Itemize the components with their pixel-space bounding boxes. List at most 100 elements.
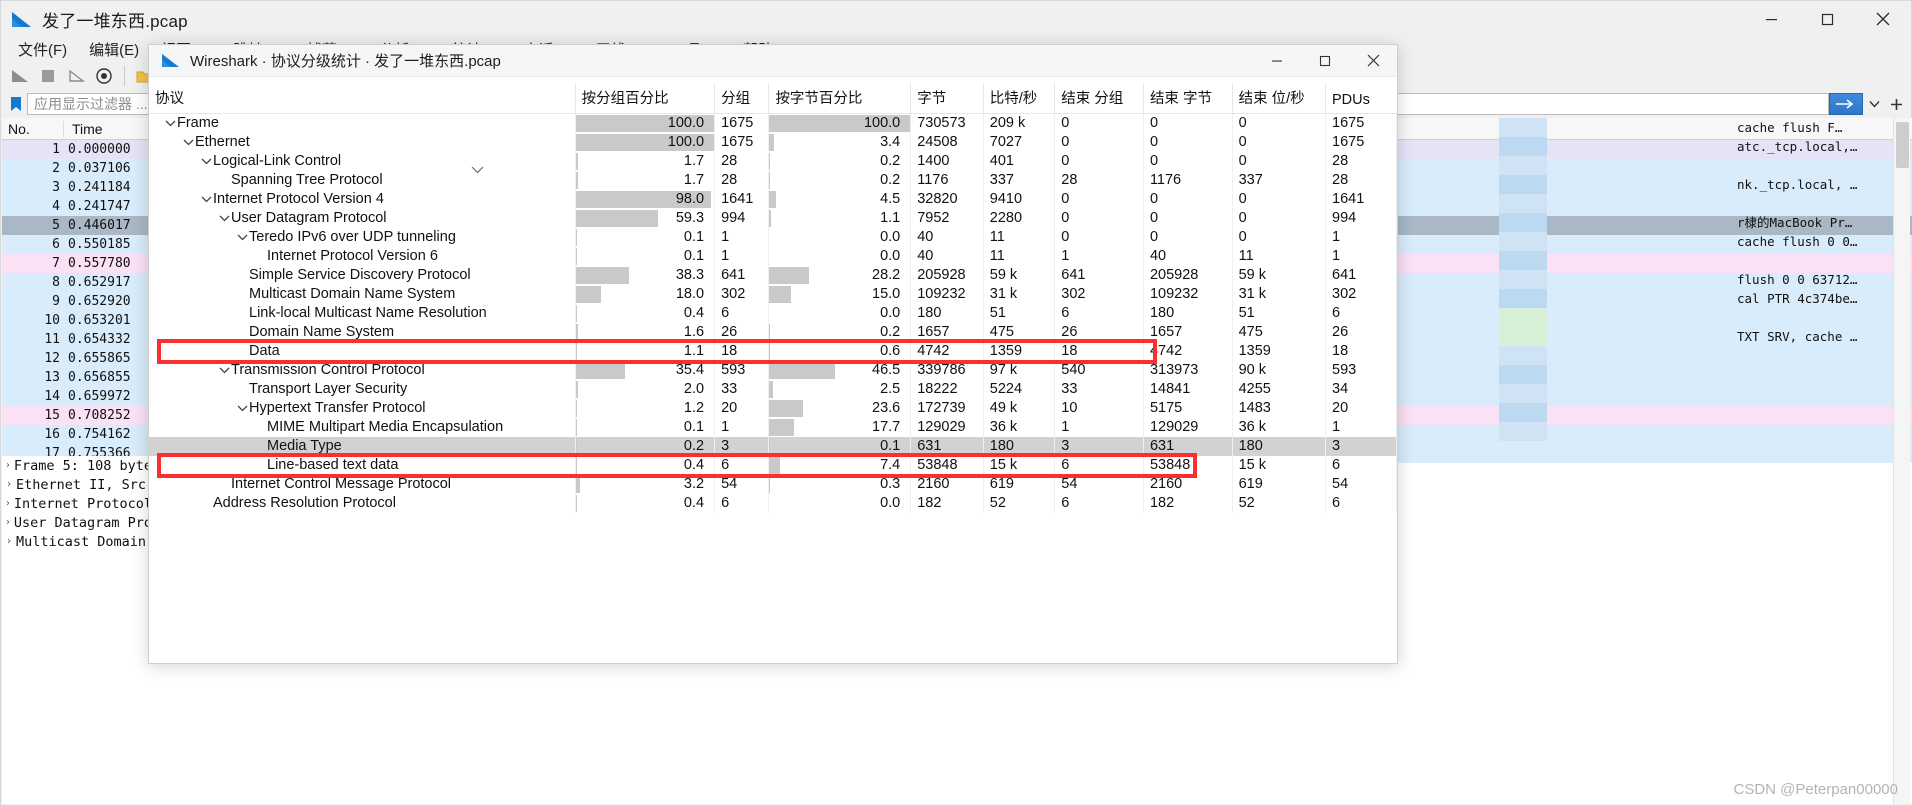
- maximize-icon[interactable]: [1799, 1, 1855, 37]
- percent-value: 0.0: [880, 229, 901, 245]
- chevron-down-icon[interactable]: [471, 161, 484, 179]
- packet-detail-line[interactable]: › Ethernet II, Src: [2, 475, 152, 494]
- table-row[interactable]: Logical-Link Control 1.7 28 0.2 1400 401 0 0 0 28: [149, 151, 1397, 171]
- chevron-down-icon[interactable]: [1863, 93, 1885, 115]
- restart-capture-icon[interactable]: [63, 63, 89, 89]
- cell-packets: 994: [714, 208, 770, 228]
- percent-value: 0.4: [683, 495, 705, 511]
- column-header-percent-bytes[interactable]: 按字节百分比: [768, 83, 912, 114]
- table-row[interactable]: Hypertext Transfer Protocol 1.2 20 23.6 1727…: [149, 398, 1397, 418]
- column-header-no[interactable]: No.: [2, 120, 64, 137]
- packet-detail-line[interactable]: › Frame 5: 108 byte: [2, 456, 152, 475]
- start-capture-icon[interactable]: [7, 63, 33, 89]
- column-header-bytes[interactable]: 字节: [910, 83, 984, 114]
- cell-percent-packets: 38.3: [575, 265, 716, 285]
- table-row[interactable]: Teredo IPv6 over UDP tunneling 0.1 1 0.0 40 1…: [149, 227, 1397, 247]
- chevron-right-icon[interactable]: ›: [2, 536, 16, 546]
- filter-apply-arrow-icon[interactable]: [1829, 93, 1863, 115]
- cell-bytes: 180: [910, 303, 984, 323]
- cell-percent-bytes: 3.4: [768, 132, 912, 152]
- chevron-right-icon[interactable]: ›: [2, 517, 14, 528]
- table-row[interactable]: Spanning Tree Protocol 1.7 28 0.2 1176 337 28 1…: [149, 170, 1397, 190]
- filter-bookmark-icon[interactable]: [5, 93, 27, 115]
- chevron-down-icon[interactable]: [235, 234, 249, 241]
- protocol-name: Multicast Domain Name System: [249, 286, 456, 302]
- cell-packets: 1: [714, 246, 770, 266]
- chevron-down-icon[interactable]: [217, 367, 231, 374]
- cell-bits-per-second: 36 k: [983, 417, 1056, 437]
- cell-end-packets: 54: [1054, 474, 1144, 494]
- table-row[interactable]: Transmission Control Protocol 35.4 593 46.5…: [149, 360, 1397, 380]
- column-header-pdus[interactable]: PDUs: [1325, 83, 1397, 114]
- column-header-end-bits[interactable]: 结束 位/秒: [1232, 83, 1327, 114]
- plus-icon[interactable]: [1885, 93, 1907, 115]
- table-row[interactable]: Internet Control Message Protocol 3.2 54 0.…: [149, 474, 1397, 494]
- menu-item-file[interactable]: 文件(F): [7, 37, 78, 62]
- cell-end-packets: 6: [1054, 455, 1144, 475]
- scrollbar-thumb[interactable]: [1896, 122, 1909, 168]
- table-row[interactable]: Line-based text data 0.4 6 7.4 53848 15 k 6 538…: [149, 455, 1397, 475]
- column-header-percent-packets[interactable]: 按分组百分比: [575, 83, 716, 114]
- chevron-right-icon[interactable]: ›: [2, 498, 14, 509]
- cell-percent-packets: 59.3: [575, 208, 716, 228]
- stop-capture-icon[interactable]: [35, 63, 61, 89]
- table-row[interactable]: MIME Multipart Media Encapsulation 0.1 1 17…: [149, 417, 1397, 437]
- packet-colour-cell: [1499, 137, 1547, 156]
- table-row[interactable]: Media Type 0.2 3 0.1 631 180 3 631 180 3: [149, 436, 1397, 456]
- cell-pdus: 6: [1325, 303, 1397, 323]
- close-icon[interactable]: [1855, 1, 1911, 37]
- packet-detail-line[interactable]: › Internet Protocol: [2, 494, 152, 513]
- packet-number: 9: [52, 294, 60, 309]
- packet-bytes-line: [1737, 194, 1887, 213]
- wireshark-shark-fin-icon: [161, 53, 180, 68]
- cell-end-bits: 1359: [1232, 341, 1327, 361]
- cell-protocol: Media Type: [149, 436, 576, 456]
- packet-number: 10: [44, 313, 60, 328]
- chevron-down-icon[interactable]: [199, 196, 213, 203]
- column-header-end-packets[interactable]: 结束 分组: [1054, 83, 1144, 114]
- column-header-packets[interactable]: 分组: [714, 83, 770, 114]
- minimize-icon[interactable]: [1743, 1, 1799, 37]
- cell-end-bits: 59 k: [1232, 265, 1327, 285]
- chevron-down-icon[interactable]: [217, 215, 231, 222]
- close-icon[interactable]: [1349, 45, 1397, 77]
- packet-detail-line[interactable]: › Multicast Domain: [2, 532, 152, 547]
- cell-packets: 641: [714, 265, 770, 285]
- packet-bytes-line: r棣的MacBook Pr…: [1737, 215, 1853, 230]
- chevron-down-icon[interactable]: [163, 120, 177, 127]
- packet-detail-line[interactable]: › User Datagram Pro: [2, 513, 152, 532]
- capture-options-icon[interactable]: [91, 63, 117, 89]
- cell-percent-bytes: 0.2: [768, 170, 912, 190]
- table-row[interactable]: Address Resolution Protocol 0.4 6 0.0 182 52 6…: [149, 493, 1397, 513]
- column-header-end-bytes[interactable]: 结束 字节: [1143, 83, 1233, 114]
- column-header-protocol[interactable]: 协议: [149, 83, 576, 114]
- table-row[interactable]: Transport Layer Security 2.0 33 2.5 18222 522…: [149, 379, 1397, 399]
- column-header-bits-per-second[interactable]: 比特/秒: [983, 83, 1056, 114]
- maximize-icon[interactable]: [1301, 45, 1349, 77]
- table-row[interactable]: Internet Protocol Version 4 98.0 1641 4.5 32…: [149, 189, 1397, 209]
- table-row[interactable]: Multicast Domain Name System 18.0 302 15.0 1…: [149, 284, 1397, 304]
- table-row[interactable]: Internet Protocol Version 6 0.1 1 0.0 40 11 1 4…: [149, 246, 1397, 266]
- table-row[interactable]: User Datagram Protocol 59.3 994 1.1 7952 2280…: [149, 208, 1397, 228]
- table-row[interactable]: Data 1.1 18 0.6 4742 1359 18 4742 1359 18: [149, 341, 1397, 361]
- chevron-right-icon[interactable]: ›: [2, 460, 14, 471]
- menu-item-edit[interactable]: 编辑(E): [78, 37, 150, 62]
- table-row[interactable]: Ethernet 100.0 1675 3.4 24508 7027 0 0 0 1675: [149, 132, 1397, 152]
- minimize-icon[interactable]: [1253, 45, 1301, 77]
- cell-packets: 1641: [714, 189, 770, 209]
- table-row[interactable]: Simple Service Discovery Protocol 38.3 641…: [149, 265, 1397, 285]
- chevron-down-icon[interactable]: [235, 405, 249, 412]
- table-row[interactable]: Frame 100.0 1675 100.0 730573 209 k 0 0 0 1675: [149, 113, 1397, 133]
- cell-end-bits: 31 k: [1232, 284, 1327, 304]
- chevron-right-icon[interactable]: ›: [2, 479, 16, 490]
- percent-value: 1.1: [683, 343, 705, 359]
- table-row[interactable]: Domain Name System 1.6 26 0.2 1657 475 26 1657 4…: [149, 322, 1397, 342]
- packet-colour-cell: [1499, 308, 1547, 327]
- cell-percent-bytes: 15.0: [768, 284, 912, 304]
- chevron-down-icon[interactable]: [181, 139, 195, 146]
- table-row[interactable]: Link-local Multicast Name Resolution 0.4 6…: [149, 303, 1397, 323]
- cell-bytes: 182: [910, 493, 984, 513]
- percent-value: 0.6: [880, 343, 901, 359]
- main-vertical-scrollbar[interactable]: [1893, 118, 1910, 804]
- chevron-down-icon[interactable]: [199, 158, 213, 165]
